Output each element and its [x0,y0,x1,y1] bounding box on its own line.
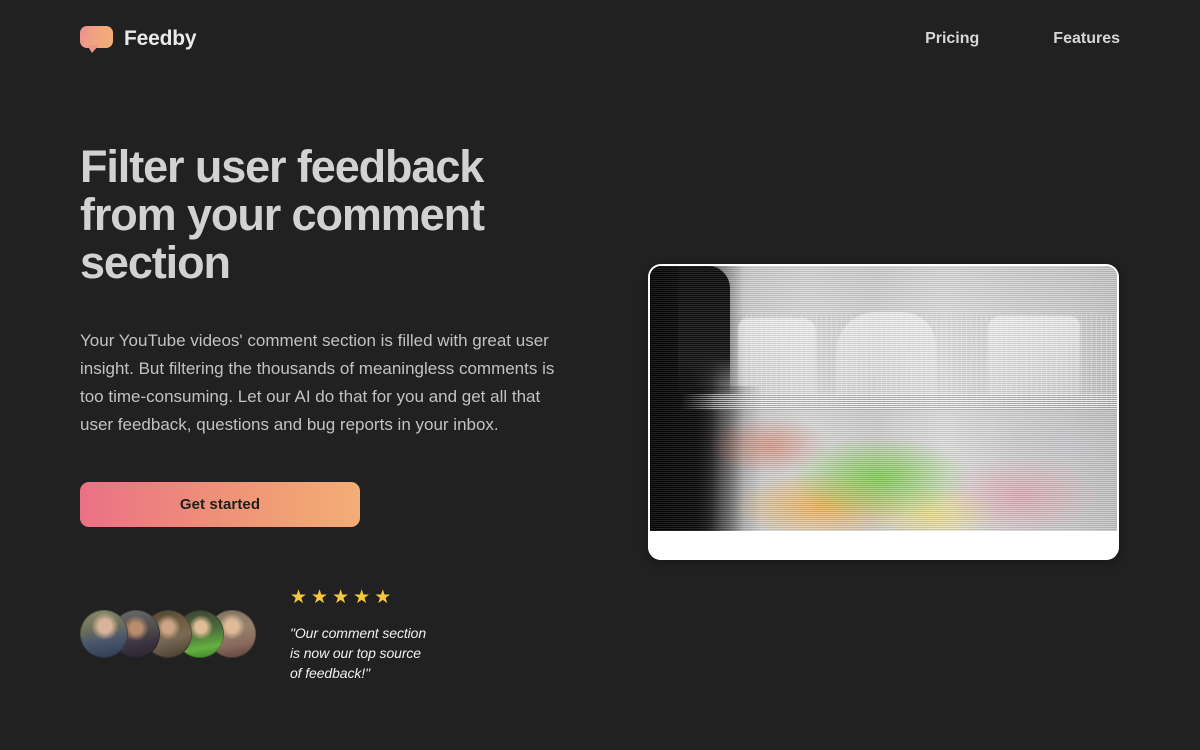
brand-logo[interactable]: Feedby [80,26,197,53]
brand-name: Feedby [124,27,197,50]
star-icon: ★ [311,587,329,608]
landing-page: Feedby Pricing Features Filter user feed… [0,0,1200,750]
nav-link-features[interactable]: Features [1053,30,1120,48]
main-nav: Pricing Features [925,30,1120,48]
star-icon: ★ [290,587,308,608]
star-rating: ★ ★ ★ ★ ★ [290,588,426,607]
testimonial: ★ ★ ★ ★ ★ "Our comment section is now ou… [290,588,426,683]
testimonial-quote: "Our comment section is now our top sour… [290,625,427,681]
nav-link-pricing[interactable]: Pricing [925,30,979,48]
star-icon: ★ [374,587,392,608]
hero-description: Your YouTube videos' comment section is … [80,331,555,434]
hero-media-card [648,264,1119,560]
page-title: Filter user feedback from your comment s… [80,141,485,288]
glitch-image [650,266,1117,531]
speech-bubble-icon [80,26,113,53]
avatar [80,610,128,658]
social-proof: ★ ★ ★ ★ ★ "Our comment section is now ou… [80,588,426,683]
media-card-footer [648,531,1119,560]
get-started-button[interactable]: Get started [80,482,360,527]
star-icon: ★ [332,587,350,608]
star-icon: ★ [353,587,371,608]
hero-content: Filter user feedback from your comment s… [80,143,580,527]
site-header: Feedby Pricing Features [0,0,1200,78]
avatar-stack [80,610,256,658]
